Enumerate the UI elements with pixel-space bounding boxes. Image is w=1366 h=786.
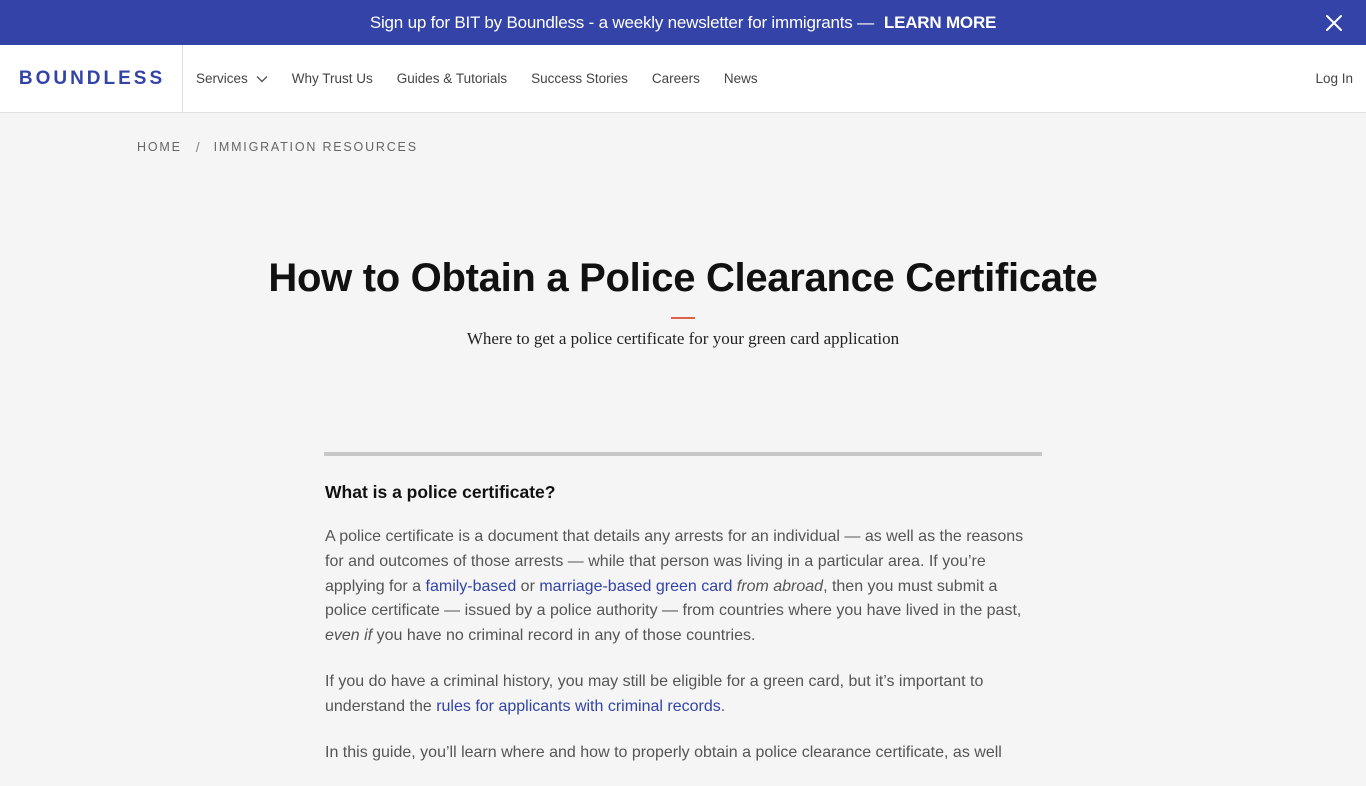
text-run: or — [516, 577, 540, 595]
nav-item-label: Services — [196, 71, 248, 86]
nav-item-why-trust-us[interactable]: Why Trust Us — [292, 71, 373, 86]
text-run: . — [720, 697, 726, 715]
paragraph-2: If you do have a criminal history, you m… — [325, 670, 1041, 720]
criminal-records-rules-link[interactable]: rules for applicants with criminal recor… — [436, 698, 721, 715]
page-title: How to Obtain a Police Clearance Certifi… — [268, 256, 1098, 300]
nav-item-careers[interactable]: Careers — [652, 71, 700, 86]
close-icon[interactable] — [1324, 13, 1344, 33]
title-accent-line — [671, 317, 695, 319]
logo[interactable]: BOUNDLESS — [0, 45, 183, 112]
nav-item-services[interactable]: Services — [196, 71, 268, 86]
text-run: you have no criminal record in any of th… — [372, 627, 756, 645]
nav-item-guides-tutorials[interactable]: Guides & Tutorials — [397, 71, 507, 86]
main-nav: BOUNDLESS Services Why Trust Us Guides &… — [0, 45, 1366, 113]
nav-menu: Services Why Trust Us Guides & Tutorials… — [183, 45, 782, 112]
family-based-link[interactable]: family-based — [426, 578, 517, 595]
breadcrumb: HOME / IMMIGRATION RESOURCES — [137, 139, 418, 155]
marriage-based-green-card-link[interactable]: marriage-based green card — [539, 578, 732, 595]
breadcrumb-home[interactable]: HOME — [137, 140, 182, 154]
article-body: What is a police certificate? A police c… — [325, 482, 1041, 786]
chevron-down-icon — [256, 75, 268, 82]
newsletter-banner: Sign up for BIT by Boundless - a weekly … — [0, 0, 1366, 45]
emphasis-text: from abroad — [732, 577, 824, 595]
learn-more-link[interactable]: LEARN MORE — [884, 13, 996, 33]
nav-item-success-stories[interactable]: Success Stories — [531, 71, 628, 86]
section-divider — [324, 452, 1042, 456]
emphasis-text: even if — [325, 627, 373, 645]
banner-text: Sign up for BIT by Boundless - a weekly … — [369, 12, 874, 32]
page-subtitle: Where to get a police certificate for yo… — [466, 329, 900, 348]
section-heading: What is a police certificate? — [325, 482, 556, 502]
paragraph-3: In this guide, you’ll learn where and ho… — [325, 743, 1002, 761]
paragraph-1: A police certificate is a document that … — [325, 525, 1041, 649]
breadcrumb-separator: / — [195, 139, 200, 155]
breadcrumb-current[interactable]: IMMIGRATION RESOURCES — [214, 140, 418, 154]
nav-item-news[interactable]: News — [724, 71, 758, 86]
login-link[interactable]: Log In — [1315, 45, 1353, 112]
